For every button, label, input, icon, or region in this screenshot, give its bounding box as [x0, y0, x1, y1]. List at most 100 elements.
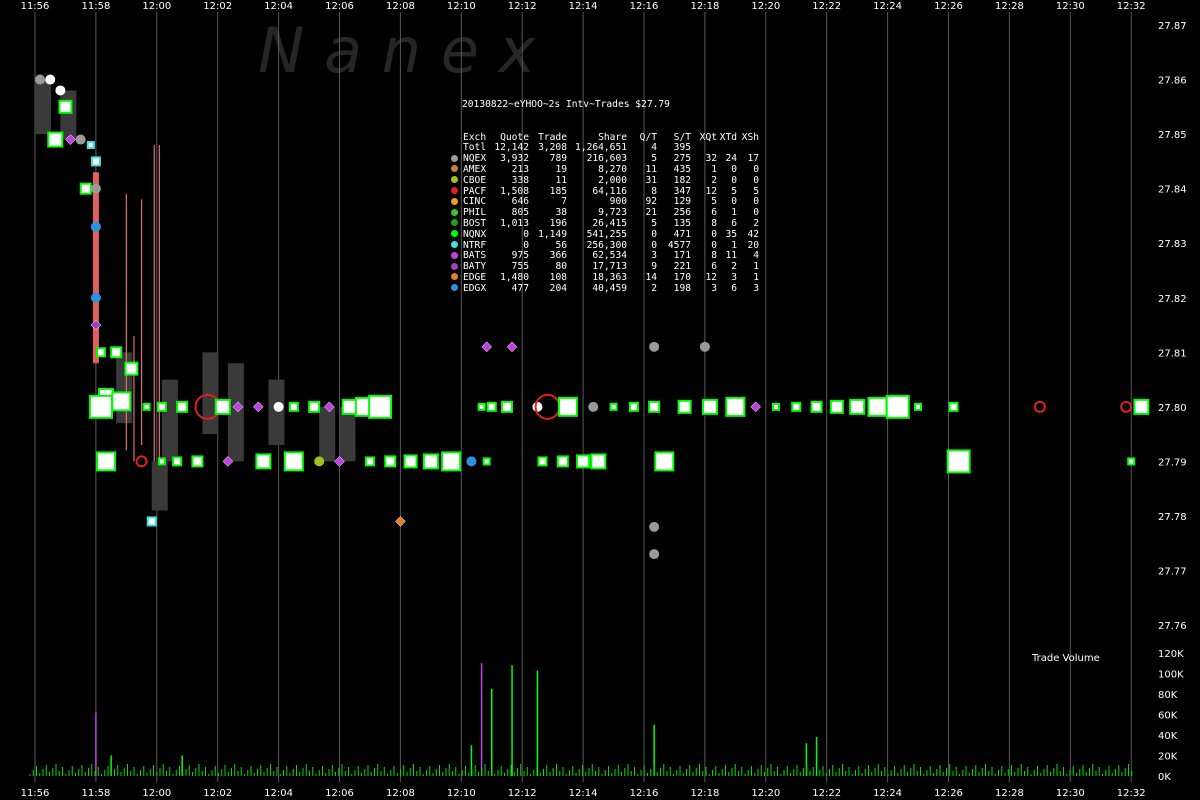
trade-marker [648, 400, 661, 413]
trade-marker [948, 401, 959, 412]
x-tick-top: 12:30 [1056, 1, 1085, 12]
trade-marker [849, 398, 866, 415]
y-tick: 27.77 [1158, 567, 1187, 578]
stats-cell-st: 182 [673, 174, 691, 186]
watermark: N a n e x [258, 14, 537, 87]
y-tick: 27.85 [1158, 130, 1187, 141]
trade-marker [914, 402, 923, 411]
stats-cell-share: 541,255 [586, 228, 627, 240]
trade-marker [441, 451, 462, 472]
stats-col-xqt: XQt [699, 131, 717, 143]
trade-marker [79, 182, 92, 195]
volume-tick: 20K [1158, 752, 1178, 763]
stats-cell-qt: 2 [651, 282, 657, 294]
y-tick: 27.79 [1158, 457, 1187, 468]
volume-title: Trade Volume [1031, 653, 1100, 664]
trade-marker [556, 455, 569, 468]
stats-cell-xqt: 0 [711, 228, 717, 240]
x-tick-bottom: 12:26 [934, 788, 963, 799]
stats-row: EDGX 477 204 40,459 2 198 3 6 3 [451, 282, 759, 295]
stats-grid: Exch Quote Trade Share Q/T S/T XQt XTd X… [451, 131, 759, 295]
stats-row-marker [451, 143, 463, 154]
trade-marker [1133, 398, 1150, 415]
stats-row-marker [451, 230, 463, 241]
x-tick-bottom: 12:30 [1056, 788, 1085, 799]
trade-marker [829, 399, 844, 414]
spike-thick [92, 172, 99, 364]
trade-marker [58, 99, 73, 114]
x-tick-top: 12:04 [264, 1, 293, 12]
trade-marker [35, 74, 46, 85]
stats-row-marker [451, 208, 463, 219]
trade-marker [500, 400, 513, 413]
x-tick-top: 12:02 [203, 1, 232, 12]
quote-bar [268, 379, 285, 446]
trade-marker [191, 455, 204, 468]
x-tick-top: 12:10 [447, 1, 476, 12]
stats-cell-xsh: 42 [747, 228, 759, 240]
trade-marker [537, 456, 548, 467]
stats-cell-st: 198 [673, 282, 691, 294]
trade-marker [588, 401, 599, 412]
stats-cell-quote: 338 [511, 174, 529, 186]
stats-cell-xtd: 6 [731, 282, 737, 294]
trade-marker [75, 134, 86, 145]
trade-marker [649, 549, 660, 560]
trade-marker [590, 453, 607, 470]
trade-marker [90, 183, 101, 194]
trade-marker [364, 456, 375, 467]
trade-marker [649, 521, 660, 532]
y-tick: 27.78 [1158, 512, 1187, 523]
trade-marker [90, 156, 101, 167]
stats-cell-xtd: 0 [731, 174, 737, 186]
stats-body: Totl 12,142 3,208 1,264,651 4 395 NQEX 3,932 789… [451, 143, 759, 294]
x-tick-bottom: 12:18 [690, 788, 719, 799]
trade-marker [486, 401, 497, 412]
x-tick-top: 12:14 [569, 1, 598, 12]
trade-marker [88, 394, 113, 419]
x-tick-top: 12:06 [325, 1, 354, 12]
trade-marker [1127, 457, 1136, 466]
x-tick-top: 12:22 [812, 1, 841, 12]
volume-tick: 40K [1158, 731, 1178, 742]
stats-cell-xqt: 3 [711, 282, 717, 294]
x-tick-bottom: 12:00 [142, 788, 171, 799]
x-tick-bottom: 12:16 [630, 788, 659, 799]
x-tick-top: 12:16 [630, 1, 659, 12]
stats-cell-qt: 31 [645, 174, 657, 186]
stats-cell-qt: 0 [651, 228, 657, 240]
trade-marker [557, 396, 578, 417]
x-tick-top: 12:00 [142, 1, 171, 12]
stats-cell-exch: NQNX [463, 228, 487, 240]
x-tick-top: 12:20 [751, 1, 780, 12]
y-tick: 27.76 [1158, 621, 1187, 632]
trade-marker [482, 457, 491, 466]
trade-marker [47, 131, 64, 148]
x-tick-top: 12:08 [386, 1, 415, 12]
stats-cell-trade: 1,149 [538, 228, 567, 240]
x-tick-bottom: 12:06 [325, 788, 354, 799]
trade-marker [867, 396, 888, 417]
exchange-color-dot [451, 262, 458, 270]
trade-marker [677, 399, 692, 414]
trade-marker [314, 456, 325, 467]
x-tick-top: 12:12 [508, 1, 537, 12]
x-tick-top: 12:18 [690, 1, 719, 12]
stats-row-marker [451, 241, 463, 252]
x-tick-top: 12:28 [995, 1, 1024, 12]
stats-cell-trade: 11 [555, 174, 567, 186]
trade-marker [111, 391, 132, 412]
exchange-color-dot [451, 219, 458, 227]
trade-marker [55, 85, 66, 96]
trade-marker [477, 402, 486, 411]
trade-marker [628, 401, 639, 412]
trade-marker [654, 451, 675, 472]
x-tick-top: 12:32 [1117, 1, 1146, 12]
y-tick: 27.80 [1158, 403, 1187, 414]
trade-marker [45, 74, 56, 85]
x-tick-bottom: 12:20 [751, 788, 780, 799]
trade-marker [532, 401, 543, 412]
trade-marker [142, 402, 151, 411]
trade-marker [90, 221, 101, 232]
trade-marker [146, 516, 157, 527]
